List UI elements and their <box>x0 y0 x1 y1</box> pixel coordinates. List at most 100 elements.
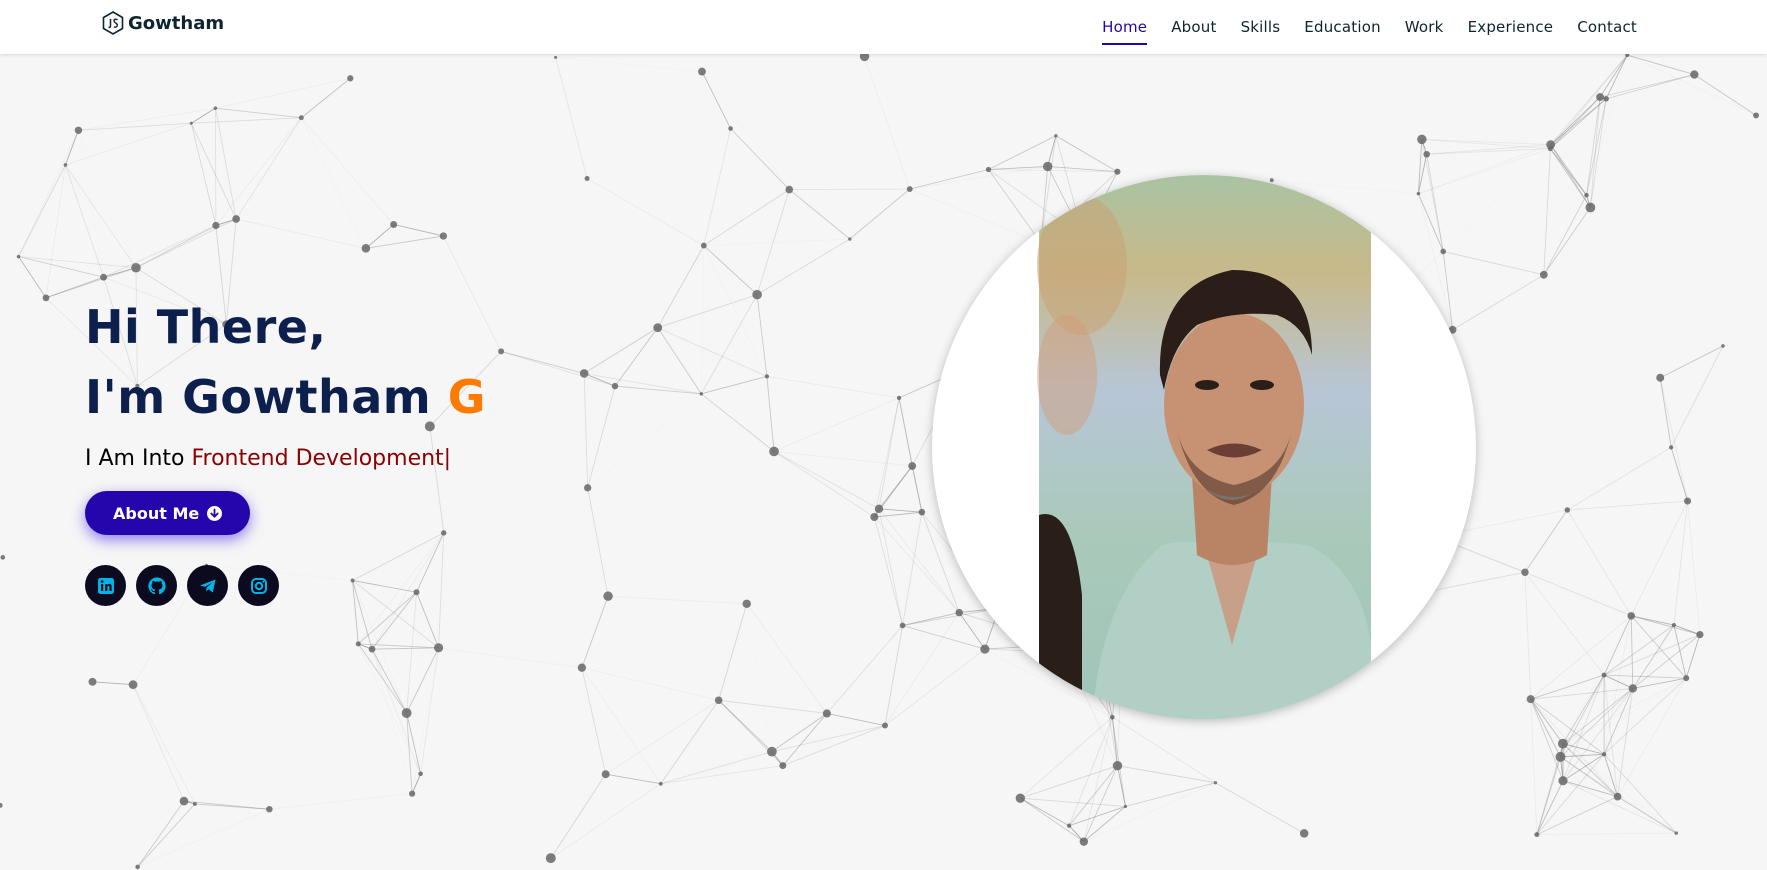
particle-dot <box>848 237 852 241</box>
particle-dot <box>985 166 992 173</box>
particle-dot <box>584 175 590 182</box>
particle-dot <box>1721 344 1725 348</box>
particle-dot <box>1417 134 1427 145</box>
particle-dot <box>1526 695 1535 704</box>
particle-dot <box>1539 270 1548 279</box>
particle-dot <box>653 323 663 333</box>
particle-dot <box>192 801 197 806</box>
particle-dot <box>74 126 83 135</box>
nav-item-work[interactable]: Work <box>1405 14 1444 40</box>
particle-dot <box>266 805 273 813</box>
particle-dot <box>1114 168 1121 175</box>
particle-dot <box>0 555 6 560</box>
social-links <box>85 565 486 606</box>
person-illustration <box>1037 195 1371 719</box>
hero-accent-letter: G <box>447 370 486 424</box>
particle-dot <box>874 504 884 514</box>
particle-dot <box>1213 781 1218 785</box>
particle-dot <box>882 722 888 729</box>
particle-dot <box>42 294 50 302</box>
particle-dot <box>439 232 448 240</box>
particle-dot <box>1558 776 1568 786</box>
particle-dot <box>401 708 412 718</box>
nav-item-home[interactable]: Home <box>1102 14 1148 45</box>
particle-dot <box>899 622 906 629</box>
top-navbar: Gowtham Home About Skills Education Work… <box>0 0 1767 54</box>
particle-dot <box>100 273 108 281</box>
particle-dot <box>1564 507 1571 513</box>
hero-section: Hi There, I'm Gowtham G I Am Into Fronte… <box>85 292 486 606</box>
instagram-icon <box>250 577 267 594</box>
particle-dot <box>1596 93 1604 101</box>
telegram-icon <box>199 579 215 592</box>
particle-dot <box>906 186 913 193</box>
brand-logo[interactable]: Gowtham <box>102 11 224 35</box>
particle-dot <box>785 185 794 194</box>
particle-dot <box>1696 630 1704 639</box>
nav-item-contact[interactable]: Contact <box>1577 14 1637 40</box>
particle-dot <box>601 770 610 779</box>
particle-dot <box>189 121 193 125</box>
particle-dot <box>212 221 220 230</box>
particle-dot <box>1601 752 1607 757</box>
particle-dot <box>1669 445 1674 450</box>
particle-dot <box>611 382 619 390</box>
subtitle-prefix: I Am Into <box>85 446 185 471</box>
particle-dot <box>128 680 138 690</box>
particle-dot <box>1627 612 1635 620</box>
nav-item-about[interactable]: About <box>1171 14 1216 40</box>
particle-dot <box>896 395 902 401</box>
particle-dot <box>1066 823 1072 828</box>
particle-dot <box>1603 96 1609 102</box>
particle-dot <box>1555 751 1566 762</box>
particle-dot <box>1557 738 1568 749</box>
particle-dot <box>347 75 354 82</box>
particle-dot <box>1521 568 1529 576</box>
particle-dot <box>577 663 587 672</box>
hero-name: I'm Gowtham <box>85 370 432 424</box>
particle-dot <box>418 771 423 777</box>
particle-dot <box>698 67 706 76</box>
particle-dot <box>1299 829 1309 838</box>
linkedin-icon <box>97 577 114 594</box>
instagram-link[interactable] <box>238 565 279 606</box>
particle-dot <box>554 55 558 59</box>
nav-item-education[interactable]: Education <box>1304 14 1380 40</box>
particle-dot <box>918 508 926 516</box>
about-me-button[interactable]: About Me <box>85 491 251 535</box>
particle-dot <box>822 709 831 718</box>
particle-dot <box>545 853 556 864</box>
nav-item-experience[interactable]: Experience <box>1468 14 1554 40</box>
particle-dot <box>859 54 870 62</box>
particle-dot <box>1753 112 1760 119</box>
particle-dot <box>0 802 3 808</box>
particle-dot <box>1613 792 1622 801</box>
arrow-down-circle-icon <box>207 505 223 521</box>
particle-dot <box>232 215 241 223</box>
particle-dot <box>131 262 141 273</box>
hero-intro: I'm Gowtham G <box>85 362 486 432</box>
particle-dot <box>1674 831 1678 835</box>
particle-dot <box>870 512 879 522</box>
github-link[interactable] <box>136 565 177 606</box>
js-hexagon-icon <box>102 11 124 35</box>
telegram-link[interactable] <box>187 565 228 606</box>
particle-dot <box>603 591 613 601</box>
particle-dot <box>1628 684 1637 693</box>
particle-dot <box>16 254 21 259</box>
particle-dot <box>1112 760 1123 771</box>
particle-dot <box>779 762 787 770</box>
particle-dot <box>1684 497 1692 505</box>
particle-dot <box>434 643 444 653</box>
nav-item-skills[interactable]: Skills <box>1241 14 1281 40</box>
hero-greeting: Hi There, <box>85 300 327 354</box>
particle-dot <box>742 599 751 608</box>
particle-dot <box>498 348 505 355</box>
particle-dot <box>1601 672 1607 678</box>
particle-dot <box>1054 134 1058 138</box>
particle-dot <box>1690 70 1699 79</box>
linkedin-link[interactable] <box>85 565 126 606</box>
particle-dot <box>1585 202 1596 213</box>
particle-dot <box>584 484 592 492</box>
particle-dot <box>135 864 140 870</box>
